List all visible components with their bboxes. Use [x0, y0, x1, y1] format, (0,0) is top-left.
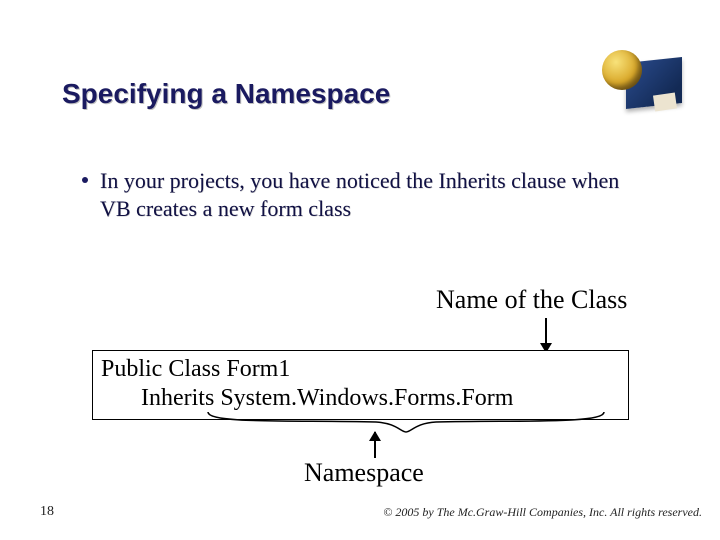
- arrow-up-icon: [374, 432, 376, 458]
- code-line-2: Inherits System.Windows.Forms.Form: [101, 384, 620, 413]
- copyright-text: © 2005 by The Mc.Graw-Hill Companies, In…: [383, 505, 702, 520]
- page-number: 18: [40, 504, 54, 520]
- bullet-text: In your projects, you have noticed the I…: [100, 167, 650, 222]
- class-name-label: Name of the Class: [436, 285, 627, 315]
- decorative-corner-graphic: [602, 50, 682, 116]
- bullet-dot-icon: [82, 177, 88, 183]
- page-title: Specifying a Namespace: [62, 78, 390, 110]
- curly-brace-icon: [206, 410, 606, 436]
- code-line-1: Public Class Form1: [101, 355, 620, 384]
- bullet-item: In your projects, you have noticed the I…: [82, 167, 650, 222]
- arrow-down-icon: [545, 318, 547, 352]
- namespace-label: Namespace: [304, 458, 424, 488]
